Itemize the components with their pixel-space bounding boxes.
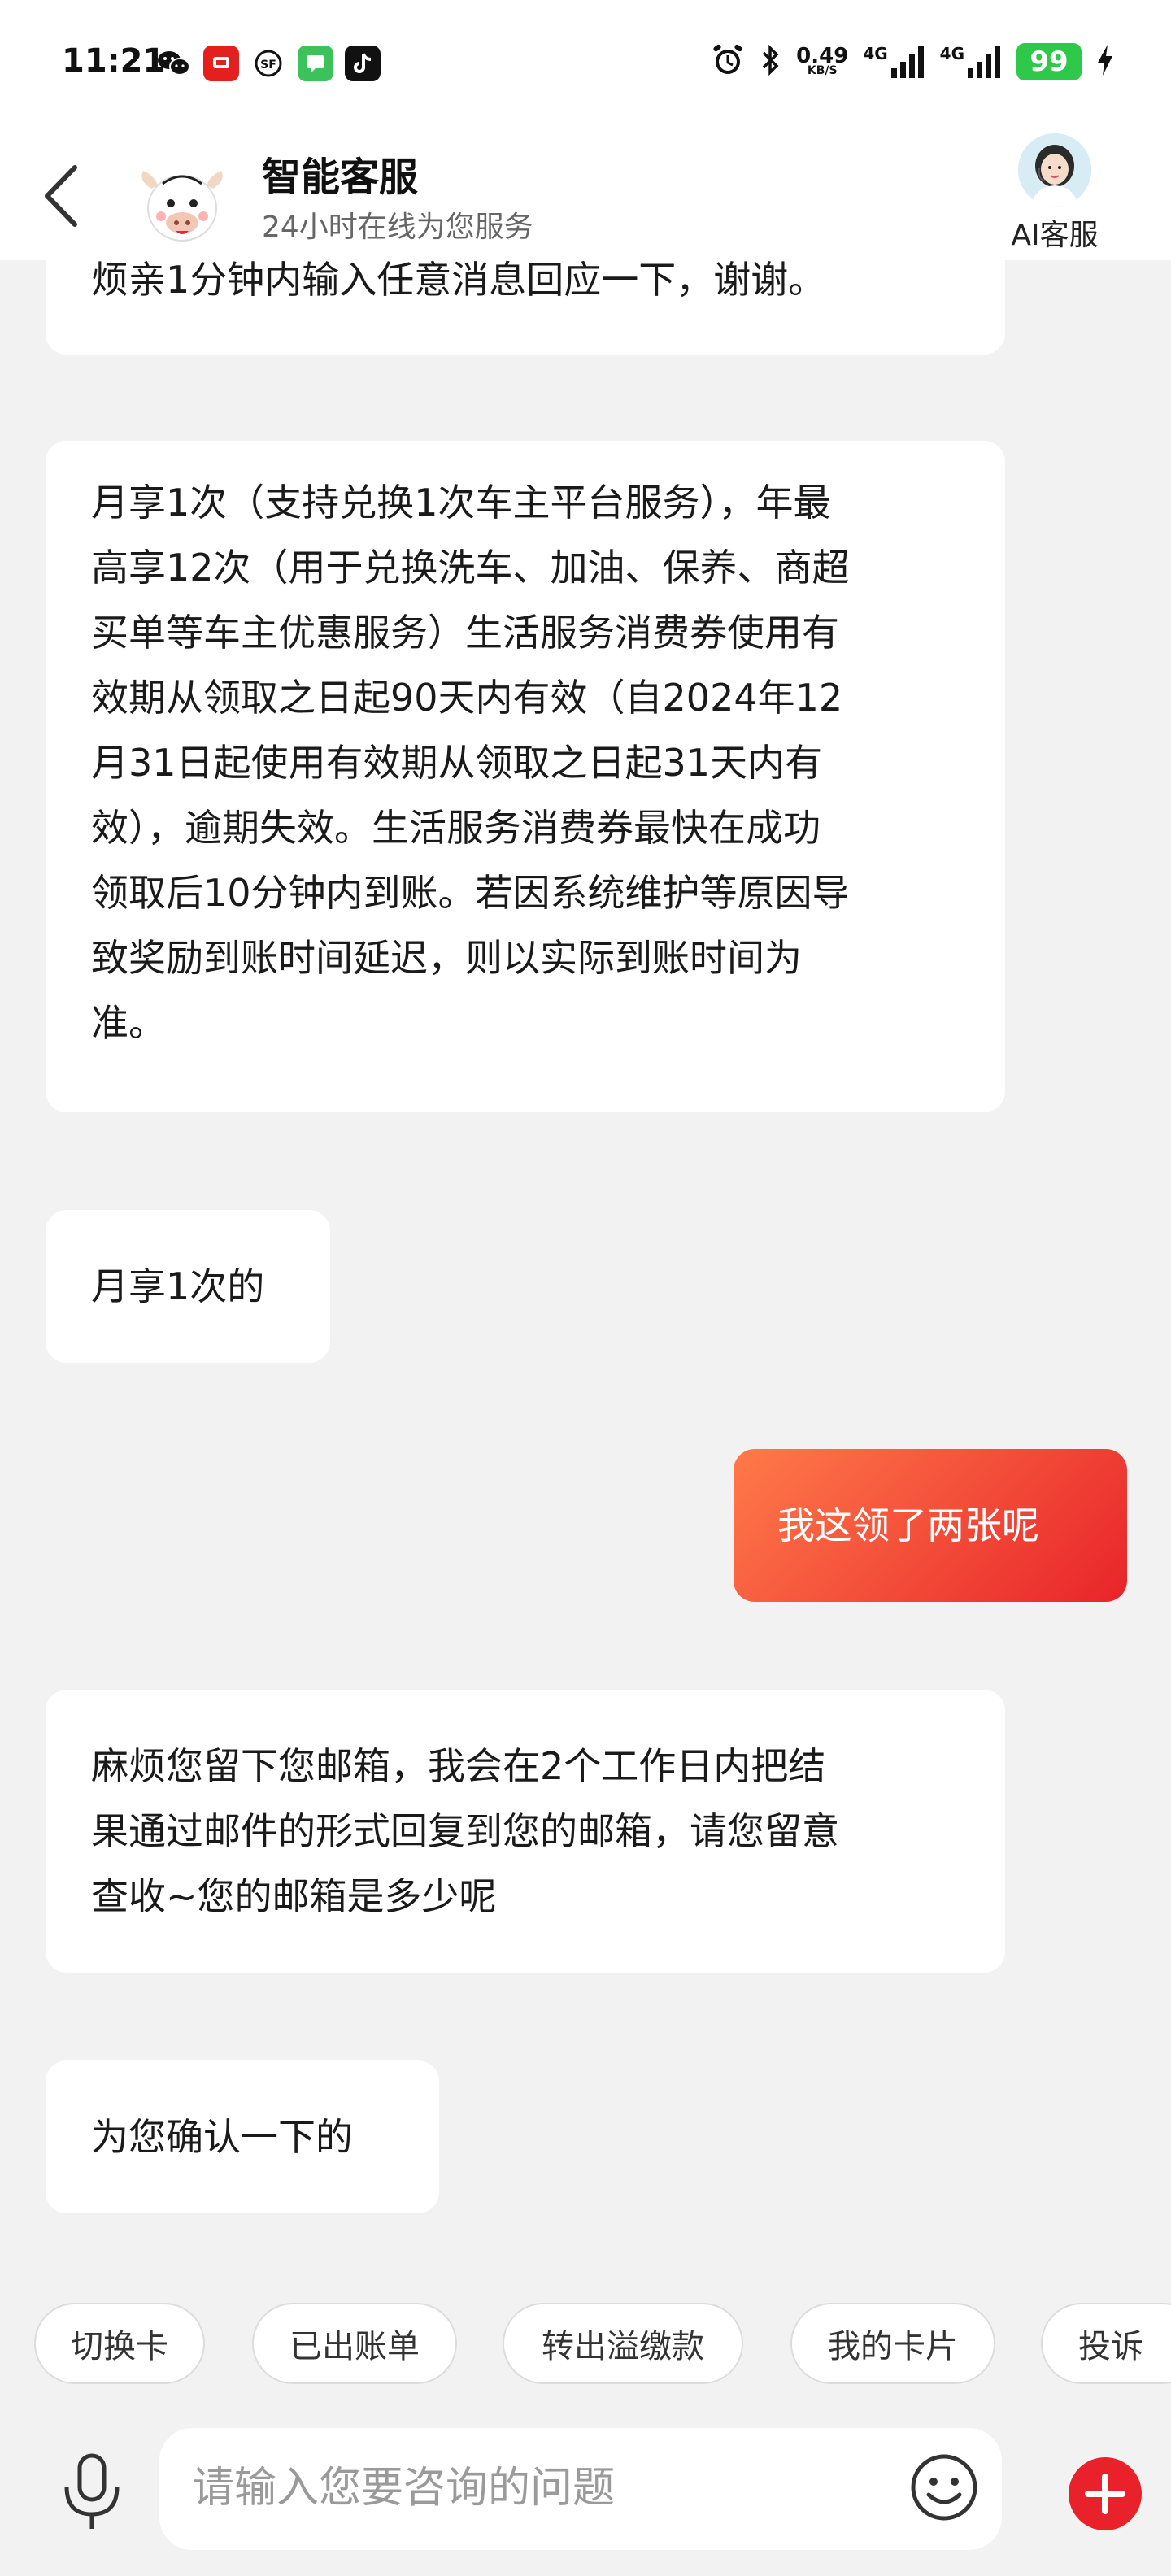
bot-message: 月享1次（支持兑换1次车主平台服务），年最 高享12次（用于兑换洗车、加油、保养… xyxy=(46,441,1005,1112)
bot-message: 烦亲1分钟内输入任意消息回应一下，谢谢。 xyxy=(46,260,1005,355)
message-text-line: 准。 xyxy=(91,1001,166,1045)
message-input[interactable] xyxy=(192,2456,859,2521)
chevron-left-icon xyxy=(45,165,77,227)
bot-message: 月享1次的 xyxy=(46,1210,330,1363)
message-text-line: 月享1次的 xyxy=(91,1264,265,1308)
cow-mascot-icon xyxy=(141,171,223,242)
tiktok-icon xyxy=(345,46,381,81)
svg-text:SF: SF xyxy=(260,59,276,72)
microphone-icon xyxy=(64,2453,120,2529)
sf-express-icon: SF xyxy=(250,46,286,81)
quick-reply-transfer-overpayment[interactable]: 转出溢缴款 xyxy=(503,2303,743,2384)
quick-reply-my-cards[interactable]: 我的卡片 xyxy=(790,2303,995,2384)
bot-message: 为您确认一下的 xyxy=(46,2060,439,2213)
user-message: 我这领了两张呢 xyxy=(734,1449,1127,1602)
quick-reply-switch-card[interactable]: 切换卡 xyxy=(34,2303,205,2384)
more-actions-button[interactable] xyxy=(1069,2457,1142,2530)
emoji-button[interactable] xyxy=(908,2451,981,2524)
message-text-line: 买单等车主优惠服务）生活服务消费券使用有 xyxy=(91,611,839,655)
status-time: 11:21 xyxy=(62,42,166,80)
message-text-line: 效期从领取之日起90天内有效（自2024年12 xyxy=(91,676,843,720)
charging-icon xyxy=(1096,43,1114,80)
ai-agent-label: AI客服 xyxy=(1011,219,1099,252)
message-text-line: 效），逾期失效。生活服务消费券最快在成功 xyxy=(91,806,821,850)
message-text-line: 我这领了两张呢 xyxy=(777,1503,1039,1547)
network-speed: 0.49 KB/S xyxy=(796,44,849,77)
message-text-line: 烦亲1分钟内输入任意消息回应一下，谢谢。 xyxy=(91,260,826,302)
message-text-line: 果通过邮件的形式回复到您的邮箱，请您留意 xyxy=(91,1809,839,1853)
ai-agent-avatar xyxy=(1018,133,1091,207)
bank-app-icon xyxy=(203,46,239,81)
status-indicators: 0.49 KB/S 4G 4G 99 xyxy=(710,42,1114,81)
header-subtitle: 24小时在线为您服务 xyxy=(262,211,533,244)
plus-icon xyxy=(1085,2474,1125,2514)
quick-reply-bar[interactable]: 切换卡 已出账单 转出溢缴款 我的卡片 投诉 xyxy=(0,2283,1171,2394)
back-button[interactable] xyxy=(36,159,93,233)
header-title: 智能客服 xyxy=(262,154,419,200)
input-bar xyxy=(0,2394,1171,2576)
bot-message: 麻烦您留下您邮箱，我会在2个工作日内把结 果通过邮件的形式回复到您的邮箱，请您留… xyxy=(46,1690,1005,1973)
signal-icon-2: 4G xyxy=(940,44,1002,80)
message-input-box[interactable] xyxy=(159,2428,1002,2550)
message-text-line: 领取后10分钟内到账。若因系统维护等原因导 xyxy=(91,871,850,915)
message-text-line: 致奖励到账时间延迟，则以实际到账时间为 xyxy=(91,936,802,980)
status-bar: 11:21 SF 0.49 KB/S 4G 4G 99 xyxy=(0,0,1171,130)
voice-input-button[interactable] xyxy=(55,2451,128,2532)
status-app-icons: SF xyxy=(156,46,381,81)
message-text-line: 查收~您的邮箱是多少呢 xyxy=(91,1874,497,1918)
signal-icon-1: 4G xyxy=(863,44,925,80)
quick-reply-bills[interactable]: 已出账单 xyxy=(252,2303,457,2384)
smiley-icon xyxy=(911,2454,977,2521)
message-text-line: 麻烦您留下您邮箱，我会在2个工作日内把结 xyxy=(91,1744,826,1788)
wechat-icon xyxy=(156,46,192,81)
quick-reply-complaint[interactable]: 投诉 xyxy=(1041,2303,1171,2384)
chat-message-list[interactable]: 烦亲1分钟内输入任意消息回应一下，谢谢。 月享1次（支持兑换1次车主平台服务），… xyxy=(0,260,1171,2283)
bot-avatar xyxy=(133,159,231,249)
message-text-line: 为您确认一下的 xyxy=(91,2115,353,2159)
message-text-line: 高享12次（用于兑换洗车、加油、保养、商超 xyxy=(91,546,850,590)
message-app-icon xyxy=(298,46,333,81)
message-text-line: 月31日起使用有效期从领取之日起31天内有 xyxy=(91,741,823,785)
ai-agent-button[interactable]: AI客服 xyxy=(994,133,1116,255)
bluetooth-icon xyxy=(760,44,781,80)
message-text-line: 月享1次（支持兑换1次车主平台服务），年最 xyxy=(91,481,831,524)
battery-level: 99 xyxy=(1016,43,1082,80)
alarm-icon xyxy=(710,42,746,81)
